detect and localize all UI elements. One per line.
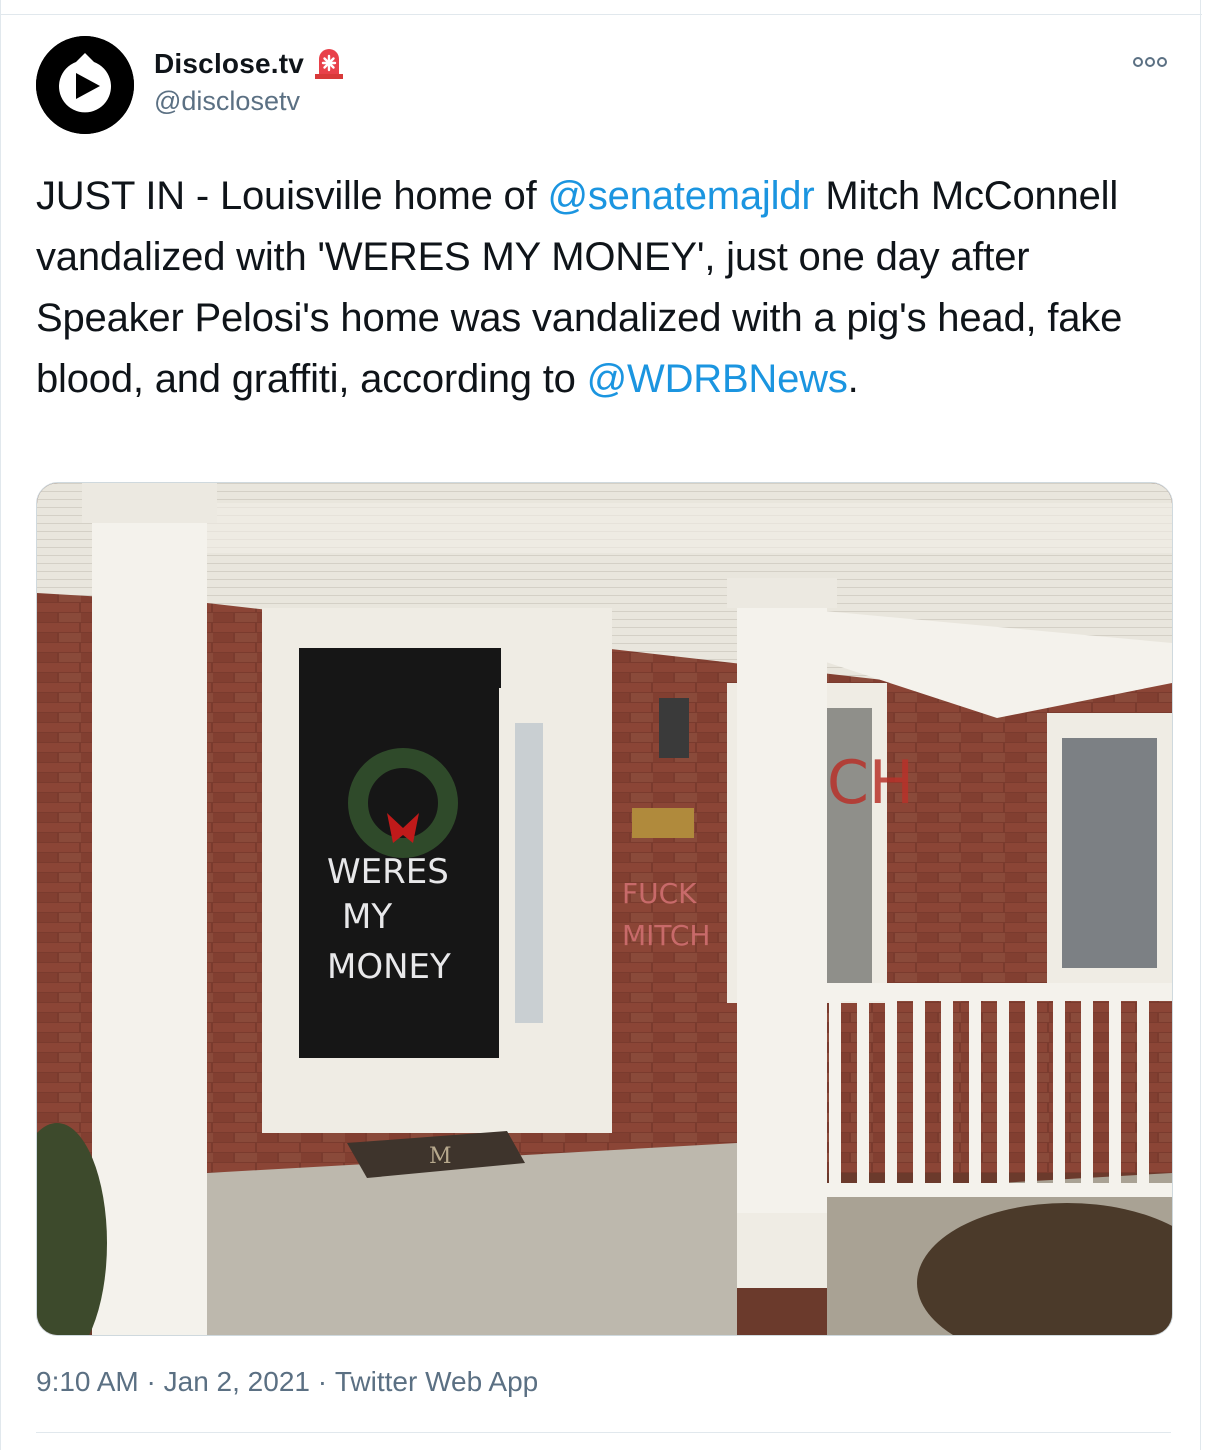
doormat-letter: M — [429, 1144, 452, 1169]
tweet-meta: 9:10 AM · Jan 2, 2021 · Twitter Web App — [36, 1366, 538, 1398]
author-name-row: Disclose.tv — [154, 46, 346, 82]
meta-separator: · — [138, 1366, 164, 1397]
more-options-icon[interactable] — [1129, 50, 1171, 74]
author-avatar[interactable] — [36, 36, 134, 134]
bottom-divider — [36, 1432, 1171, 1433]
tweet-text-part: . — [847, 357, 859, 401]
top-divider — [1, 0, 1202, 15]
door-graffiti-line-2: MY — [342, 897, 392, 937]
tweet-text: JUST IN - Louisville home of @senatemajl… — [36, 166, 1176, 410]
porch-photo-illustration: WERES MY MONEY FUCK MITCH CH M — [37, 483, 1172, 1335]
tweet-photo[interactable]: WERES MY MONEY FUCK MITCH CH M — [36, 482, 1173, 1336]
wall-graffiti-line-1: FUCK — [622, 877, 697, 910]
door-graffiti-line-1: WERES — [327, 852, 449, 892]
author-display-name[interactable]: Disclose.tv — [154, 48, 304, 80]
author-handle[interactable]: @disclosetv — [154, 86, 300, 117]
siren-icon — [312, 47, 346, 81]
tweet-source[interactable]: Twitter Web App — [335, 1366, 538, 1398]
mention-senatemajldr[interactable]: @senatemajldr — [547, 174, 814, 218]
mention-wdrbnews[interactable]: @WDRBNews — [587, 357, 848, 401]
wall-graffiti-line-2: MITCH — [622, 919, 710, 952]
svg-text:CH: CH — [827, 748, 914, 818]
tweet-date[interactable]: Jan 2, 2021 — [164, 1366, 310, 1398]
door-graffiti-line-3: MONEY — [327, 947, 451, 987]
play-logo-icon — [36, 36, 134, 134]
meta-separator: · — [309, 1366, 335, 1397]
tweet-text-part: JUST IN - Louisville home of — [36, 174, 548, 218]
tweet-time[interactable]: 9:10 AM — [36, 1366, 139, 1398]
tweet-card: Disclose.tv @disclosetv JUST IN - Louisv… — [0, 0, 1202, 1450]
